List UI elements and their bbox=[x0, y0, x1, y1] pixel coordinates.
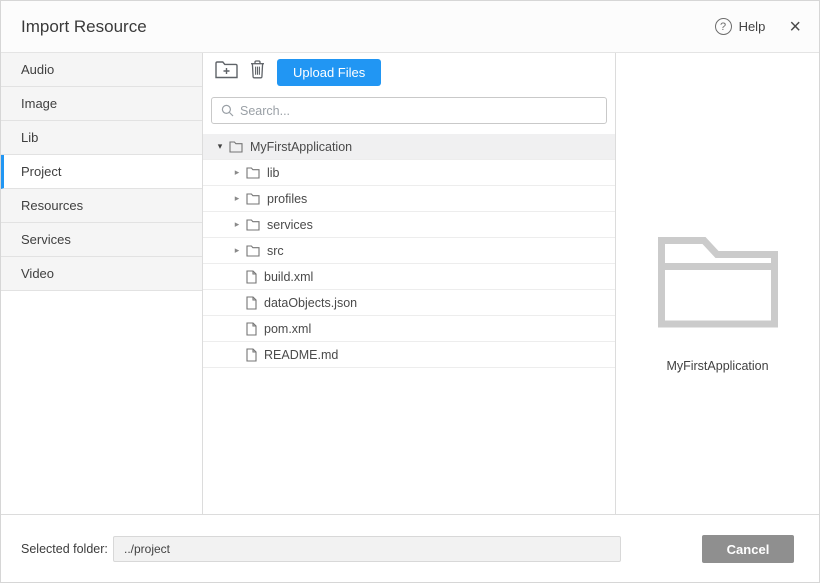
tree-row-README.md[interactable]: README.md bbox=[203, 342, 615, 368]
expand-arrow-icon[interactable]: ▸ bbox=[230, 246, 244, 255]
tree-row-pom.xml[interactable]: pom.xml bbox=[203, 316, 615, 342]
selection-preview-panel: MyFirstApplication bbox=[615, 53, 819, 515]
search-box bbox=[211, 97, 607, 124]
upload-files-button[interactable]: Upload Files bbox=[277, 59, 381, 86]
tree-row-dataObjects.json[interactable]: dataObjects.json bbox=[203, 290, 615, 316]
tree-row-src[interactable]: ▸ src bbox=[203, 238, 615, 264]
expand-arrow-icon[interactable]: ▸ bbox=[230, 168, 244, 177]
category-sidebar: Audio Image Lib Project Resources Servic… bbox=[1, 53, 203, 515]
help-button[interactable]: ? Help bbox=[715, 18, 766, 35]
new-folder-icon bbox=[215, 60, 238, 84]
expand-arrow-icon[interactable]: ▾ bbox=[213, 142, 227, 151]
sidebar-item-resources[interactable]: Resources bbox=[1, 189, 202, 223]
help-label: Help bbox=[739, 19, 766, 34]
tree-row-lib[interactable]: ▸ lib bbox=[203, 160, 615, 186]
sidebar-item-label: Image bbox=[21, 96, 57, 111]
tree-item-label: profiles bbox=[267, 192, 307, 206]
file-icon bbox=[246, 270, 257, 284]
folder-icon bbox=[246, 193, 260, 205]
toolbar: Upload Files bbox=[203, 53, 615, 91]
selected-folder-label: Selected folder: bbox=[21, 536, 108, 562]
sidebar-item-lib[interactable]: Lib bbox=[1, 121, 202, 155]
folder-icon bbox=[246, 219, 260, 231]
sidebar-item-audio[interactable]: Audio bbox=[1, 53, 202, 87]
sidebar-item-video[interactable]: Video bbox=[1, 257, 202, 291]
preview-label: MyFirstApplication bbox=[616, 359, 819, 373]
sidebar-item-image[interactable]: Image bbox=[1, 87, 202, 121]
file-browser-panel: Upload Files ▾ MyFirstApplication ▸ bbox=[203, 53, 615, 515]
tree-item-label: pom.xml bbox=[264, 322, 311, 336]
sidebar-item-label: Services bbox=[21, 232, 71, 247]
sidebar-item-services[interactable]: Services bbox=[1, 223, 202, 257]
folder-icon bbox=[229, 141, 243, 153]
tree-item-label: README.md bbox=[264, 348, 338, 362]
import-resource-dialog: { "header": { "title": "Import Resource"… bbox=[0, 0, 820, 583]
sidebar-item-label: Video bbox=[21, 266, 54, 281]
tree-item-label: build.xml bbox=[264, 270, 313, 284]
trash-icon bbox=[250, 60, 265, 84]
help-icon: ? bbox=[715, 18, 732, 35]
file-icon bbox=[246, 296, 257, 310]
cancel-button[interactable]: Cancel bbox=[702, 535, 794, 563]
sidebar-item-label: Project bbox=[21, 164, 61, 179]
tree-row-build.xml[interactable]: build.xml bbox=[203, 264, 615, 290]
delete-button[interactable] bbox=[250, 60, 265, 84]
sidebar-item-label: Resources bbox=[21, 198, 83, 213]
file-icon bbox=[246, 322, 257, 336]
tree-item-label: src bbox=[267, 244, 284, 258]
tree-row-MyFirstApplication[interactable]: ▾ MyFirstApplication bbox=[203, 134, 615, 160]
header-actions: ? Help × bbox=[715, 17, 801, 37]
tree-row-profiles[interactable]: ▸ profiles bbox=[203, 186, 615, 212]
dialog-footer: Selected folder: Cancel bbox=[1, 514, 819, 582]
tree-item-label: dataObjects.json bbox=[264, 296, 357, 310]
folder-icon bbox=[246, 245, 260, 257]
sidebar-item-project[interactable]: Project bbox=[1, 155, 202, 189]
tree-row-services[interactable]: ▸ services bbox=[203, 212, 615, 238]
close-icon[interactable]: × bbox=[789, 17, 801, 37]
selected-folder-input[interactable] bbox=[113, 536, 621, 562]
big-folder-icon bbox=[657, 236, 779, 333]
tree-item-label: services bbox=[267, 218, 313, 232]
sidebar-item-label: Lib bbox=[21, 130, 38, 145]
folder-icon bbox=[246, 167, 260, 179]
sidebar-item-label: Audio bbox=[21, 62, 54, 77]
file-tree: ▾ MyFirstApplication ▸ bbox=[203, 134, 615, 368]
search-input[interactable] bbox=[234, 104, 606, 118]
expand-arrow-icon[interactable]: ▸ bbox=[230, 194, 244, 203]
file-icon bbox=[246, 348, 257, 362]
tree-item-label: lib bbox=[267, 166, 280, 180]
search-icon bbox=[221, 104, 234, 117]
expand-arrow-icon[interactable]: ▸ bbox=[230, 220, 244, 229]
dialog-header: Import Resource ? Help × bbox=[1, 1, 819, 53]
dialog-title: Import Resource bbox=[21, 17, 147, 37]
tree-item-label: MyFirstApplication bbox=[250, 140, 352, 154]
new-folder-button[interactable] bbox=[215, 60, 238, 84]
